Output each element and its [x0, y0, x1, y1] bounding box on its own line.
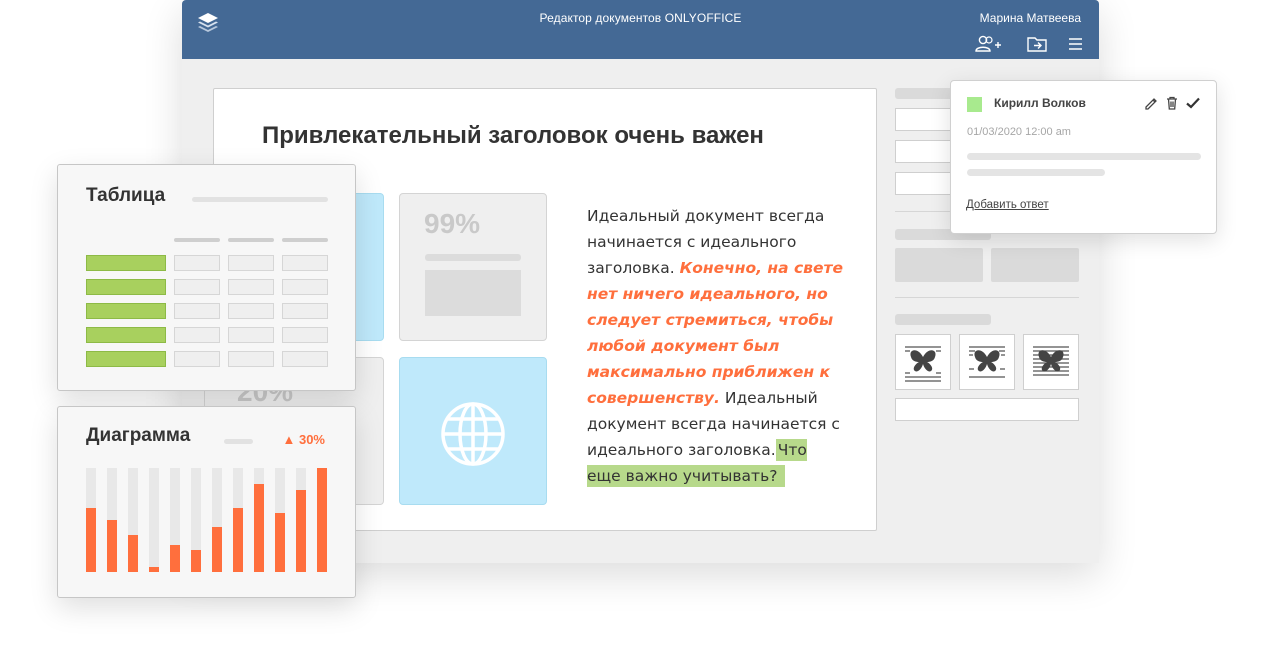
- table-cell[interactable]: [174, 327, 220, 343]
- chart-bar-track: [296, 468, 306, 572]
- comment-author: Кирилл Волков: [994, 96, 1086, 110]
- table-row-header[interactable]: [86, 351, 166, 367]
- wrap-square-button[interactable]: [895, 334, 951, 390]
- chart-bar-track: [107, 468, 117, 572]
- table-cell[interactable]: [282, 303, 328, 319]
- chart-bar-track: [233, 468, 243, 572]
- open-folder-icon[interactable]: [1025, 35, 1053, 53]
- table-cell[interactable]: [228, 303, 274, 319]
- table-row-header[interactable]: [86, 327, 166, 343]
- panel-divider: [895, 297, 1079, 298]
- table-card-title: Таблица: [86, 185, 166, 206]
- table-cell[interactable]: [174, 279, 220, 295]
- table-cell[interactable]: [282, 255, 328, 271]
- chart-bar: [254, 484, 264, 572]
- globe-icon: [441, 402, 505, 466]
- chart-bar: [233, 508, 243, 572]
- panel-button[interactable]: [895, 248, 983, 282]
- comment-popover: Кирилл Волков 01/03/2020 12:00 am Добави…: [950, 80, 1217, 234]
- add-reply-link[interactable]: Добавить ответ: [966, 199, 1049, 211]
- chart-bar-track: [317, 468, 327, 572]
- chart-bar: [317, 468, 327, 572]
- title-placeholder-line: [224, 439, 253, 444]
- globe-tile: [399, 357, 547, 505]
- table-card[interactable]: Таблица: [57, 164, 356, 391]
- chart-bar-track: [275, 468, 285, 572]
- panel-heading-placeholder: [895, 314, 991, 325]
- chart-bar: [212, 527, 222, 572]
- panel-button[interactable]: [991, 248, 1079, 282]
- table-cell[interactable]: [228, 255, 274, 271]
- table-cell[interactable]: [282, 279, 328, 295]
- chart-card[interactable]: Диаграмма ▲ 30%: [57, 406, 356, 598]
- chart-bar-track: [212, 468, 222, 572]
- chart-bar: [170, 545, 180, 572]
- bar-chart: [86, 468, 330, 572]
- delete-icon[interactable]: [1164, 95, 1180, 111]
- chart-bar: [107, 520, 117, 572]
- tile-block: [425, 270, 521, 316]
- chart-bar: [86, 508, 96, 572]
- table-cell[interactable]: [282, 327, 328, 343]
- table-cell[interactable]: [174, 303, 220, 319]
- paragraph-emphasis: Конечно, на свете нет ничего идеального,…: [587, 259, 844, 407]
- add-user-icon[interactable]: [974, 35, 1002, 53]
- table-cell[interactable]: [228, 351, 274, 367]
- chart-bar-track: [86, 468, 96, 572]
- chart-bar: [191, 550, 201, 572]
- stat-tile-top: 99%: [399, 193, 547, 341]
- comment-text-placeholder: [967, 153, 1201, 160]
- chart-bar-track: [128, 468, 138, 572]
- title-bar: Редактор документов ONLYOFFICE Марина Ма…: [182, 0, 1099, 59]
- trend-up-icon: ▲: [282, 432, 296, 447]
- panel-field[interactable]: [895, 398, 1079, 421]
- stat-tile-percent: 99%: [424, 208, 481, 239]
- table-cell[interactable]: [228, 327, 274, 343]
- table-cell[interactable]: [174, 255, 220, 271]
- wrap-tight-button[interactable]: [959, 334, 1015, 390]
- butterfly-icon: [969, 346, 1005, 378]
- chart-bar-track: [170, 468, 180, 572]
- author-color-swatch: [967, 97, 982, 112]
- chart-bar: [149, 567, 159, 572]
- table-row-header[interactable]: [86, 303, 166, 319]
- table-cell[interactable]: [174, 351, 220, 367]
- title-placeholder-line: [192, 197, 328, 202]
- comment-datetime: 01/03/2020 12:00 am: [967, 126, 1071, 138]
- edit-icon[interactable]: [1143, 95, 1159, 111]
- chart-bar: [128, 535, 138, 572]
- chart-bar-track: [191, 468, 201, 572]
- tile-line: [425, 254, 521, 261]
- table-column-header: [282, 238, 328, 242]
- document-heading: Привлекательный заголовок очень важен: [262, 122, 764, 149]
- resolve-check-icon[interactable]: [1185, 95, 1201, 111]
- panel-field[interactable]: [895, 108, 955, 131]
- chart-bar: [275, 513, 285, 572]
- table-row-header[interactable]: [86, 279, 166, 295]
- butterfly-icon: [905, 346, 941, 382]
- table-row-header[interactable]: [86, 255, 166, 271]
- panel-heading-placeholder: [895, 88, 955, 99]
- document-paragraph[interactable]: Идеальный документ всегда начинается с и…: [587, 203, 843, 489]
- user-name[interactable]: Марина Матвеева: [980, 11, 1081, 25]
- comment-text-placeholder: [967, 169, 1105, 176]
- table-column-header: [228, 238, 274, 242]
- panel-field[interactable]: [895, 140, 955, 163]
- table-cell[interactable]: [228, 279, 274, 295]
- chart-change-value: 30%: [298, 432, 325, 447]
- chart-change: ▲ 30%: [282, 432, 325, 447]
- chart-bar-track: [254, 468, 264, 572]
- chart-bar: [296, 490, 306, 572]
- chart-bar-track: [149, 468, 159, 572]
- table-column-header: [174, 238, 220, 242]
- wrap-through-button[interactable]: [1023, 334, 1079, 390]
- app-title: Редактор документов ONLYOFFICE: [539, 11, 742, 25]
- table-cell[interactable]: [282, 351, 328, 367]
- menu-icon[interactable]: [1062, 35, 1090, 53]
- chart-card-title: Диаграмма: [86, 425, 191, 446]
- stage: Редактор документов ONLYOFFICE Марина Ма…: [0, 0, 1274, 664]
- panel-field[interactable]: [895, 172, 955, 195]
- butterfly-icon: [1033, 346, 1069, 376]
